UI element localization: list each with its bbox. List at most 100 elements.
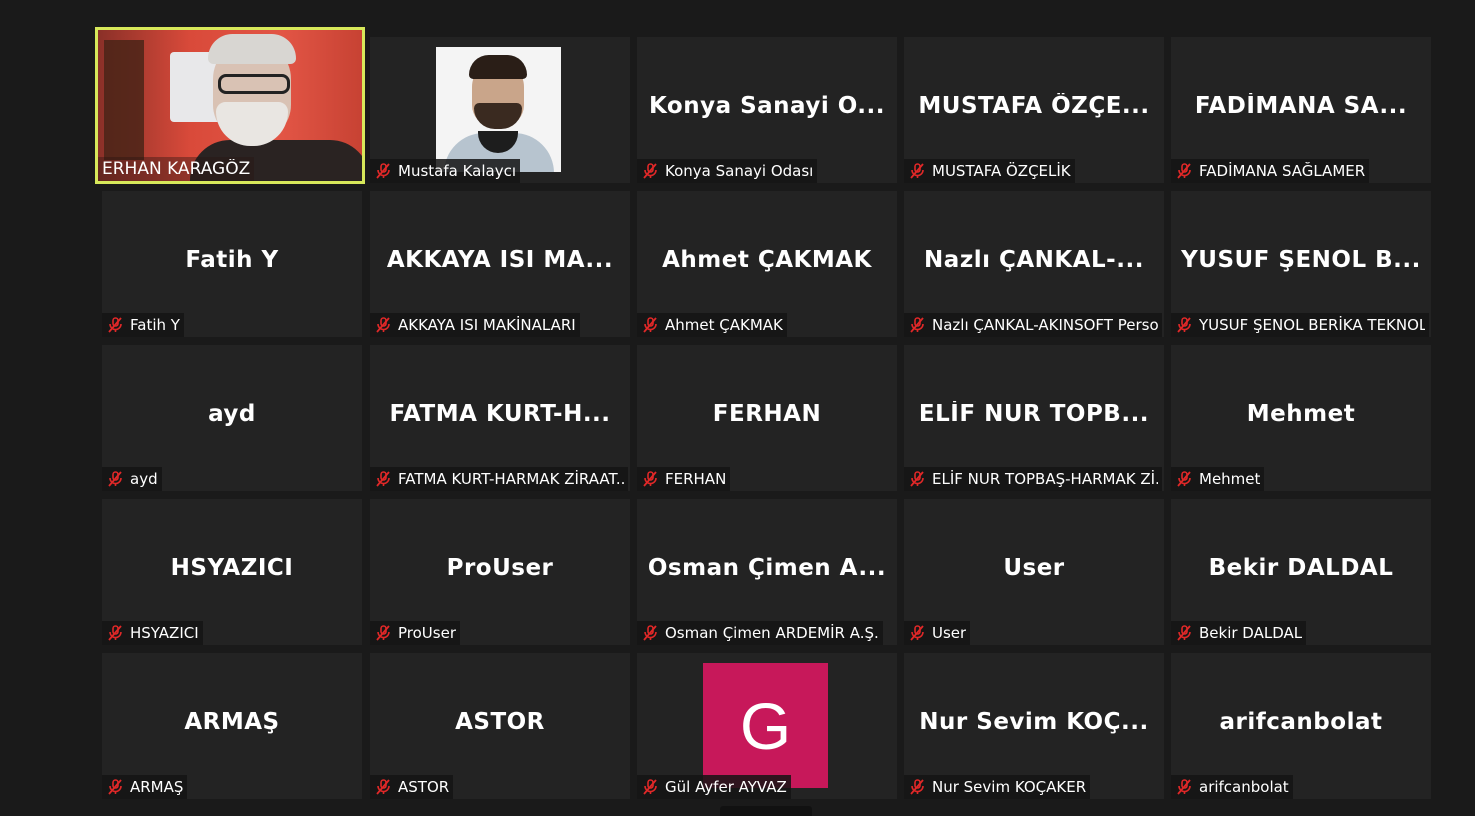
participant-name: Bekir DALDAL — [1199, 624, 1303, 642]
participant-display-name: FATMA KURT-H... — [389, 401, 611, 427]
participant-name: HSYAZICI — [130, 624, 199, 642]
participant-display-name: Osman Çimen A... — [647, 555, 887, 581]
participant-name: Ahmet ÇAKMAK — [665, 316, 783, 334]
mic-muted-icon — [376, 625, 390, 641]
participant-display-name: FERHAN — [712, 401, 822, 427]
participant-name: ProUser — [398, 624, 456, 642]
participant-display-name: MUSTAFA ÖZÇE... — [918, 93, 1150, 119]
participant-display-name: ARMAŞ — [184, 709, 280, 735]
participant-name-bar: Nazlı ÇANKAL-AKINSOFT Perso... — [904, 313, 1162, 337]
participant-name-bar: HSYAZICI — [102, 621, 203, 645]
participant-tile[interactable]: ELİF NUR TOPB... ELİF NUR TOPBAŞ-HARMAK … — [904, 345, 1164, 491]
mic-muted-icon — [643, 317, 657, 333]
mic-muted-icon — [1177, 163, 1191, 179]
participant-name-bar: Bekir DALDAL — [1171, 621, 1307, 645]
participant-tile[interactable]: ASTOR ASTOR — [370, 653, 630, 799]
participant-tile[interactable]: ayd ayd — [102, 345, 362, 491]
participant-tile[interactable]: FATMA KURT-H... FATMA KURT-HARMAK ZİRAAT… — [370, 345, 630, 491]
participant-name-bar: ProUser — [370, 621, 460, 645]
participant-display-name: FADİMANA SA... — [1194, 93, 1408, 119]
participant-name-bar: YUSUF ŞENOL BERİKA TEKNOL... — [1171, 313, 1429, 337]
participant-display-name: ELİF NUR TOPB... — [918, 401, 1150, 427]
participant-name: FADİMANA SAĞLAMER — [1199, 162, 1366, 180]
participant-display-name: arifcanbolat — [1219, 709, 1383, 735]
participant-name: Nur Sevim KOÇAKER — [932, 778, 1087, 796]
mic-muted-icon — [643, 625, 657, 641]
participant-name-bar: arifcanbolat — [1171, 775, 1293, 799]
participant-tile[interactable]: Bekir DALDAL Bekir DALDAL — [1171, 499, 1431, 645]
participant-tile[interactable]: AKKAYA ISI MA... AKKAYA ISI MAKİNALARI — [370, 191, 630, 337]
mic-muted-icon — [643, 779, 657, 795]
participant-name: Fatih Y — [130, 316, 180, 334]
participant-tile[interactable]: User User — [904, 499, 1164, 645]
mic-muted-icon — [1177, 317, 1191, 333]
participant-name-bar: Konya Sanayi Odası — [637, 159, 818, 183]
participant-name-bar: ARMAŞ — [102, 775, 188, 799]
participant-name: ERHAN KARAGÖZ — [102, 159, 251, 179]
participant-tile[interactable]: Ahmet ÇAKMAK Ahmet ÇAKMAK — [637, 191, 897, 337]
participant-name: Nazlı ÇANKAL-AKINSOFT Perso... — [932, 316, 1158, 334]
participant-name: Mehmet — [1199, 470, 1261, 488]
participant-tile[interactable]: FADİMANA SA... FADİMANA SAĞLAMER — [1171, 37, 1431, 183]
participant-name: ayd — [130, 470, 158, 488]
participant-display-name: Nazlı ÇANKAL-... — [924, 247, 1144, 273]
participant-display-name: Fatih Y — [185, 247, 279, 273]
mic-muted-icon — [910, 625, 924, 641]
mic-muted-icon — [910, 471, 924, 487]
participant-tile[interactable]: YUSUF ŞENOL B... YUSUF ŞENOL BERİKA TEKN… — [1171, 191, 1431, 337]
toolbar-handle[interactable] — [720, 806, 812, 816]
participant-name: Konya Sanayi Odası — [665, 162, 814, 180]
mic-muted-icon — [1177, 625, 1191, 641]
participant-name: ASTOR — [398, 778, 450, 796]
mic-muted-icon — [910, 163, 924, 179]
participant-tile[interactable]: ARMAŞ ARMAŞ — [102, 653, 362, 799]
participant-display-name: Nur Sevim KOÇ... — [919, 709, 1149, 735]
participant-tile[interactable]: ProUser ProUser — [370, 499, 630, 645]
participant-tile[interactable]: Fatih Y Fatih Y — [102, 191, 362, 337]
participant-display-name: ayd — [208, 401, 256, 427]
participant-name-bar: User — [904, 621, 971, 645]
participant-tile[interactable]: Nur Sevim KOÇ... Nur Sevim KOÇAKER — [904, 653, 1164, 799]
mic-muted-icon — [376, 779, 390, 795]
participant-tile[interactable]: Mehmet Mehmet — [1171, 345, 1431, 491]
participant-display-name: Ahmet ÇAKMAK — [662, 247, 872, 273]
participant-tile-active-speaker[interactable]: ERHAN KARAGÖZ — [95, 27, 365, 184]
participant-name-bar: ELİF NUR TOPBAŞ-HARMAK Zİ... — [904, 467, 1162, 491]
mic-muted-icon — [376, 317, 390, 333]
participant-tile[interactable]: HSYAZICI HSYAZICI — [102, 499, 362, 645]
participant-name-bar: ERHAN KARAGÖZ — [98, 157, 255, 181]
participant-name-bar: FADİMANA SAĞLAMER — [1171, 159, 1370, 183]
participant-tile[interactable]: FERHAN FERHAN — [637, 345, 897, 491]
participant-tile[interactable]: Mustafa Kalaycı — [370, 37, 630, 183]
mic-muted-icon — [108, 625, 122, 641]
participant-name-bar: ASTOR — [370, 775, 454, 799]
mic-muted-icon — [910, 317, 924, 333]
participant-name: Mustafa Kalaycı — [398, 162, 516, 180]
participant-tile[interactable]: arifcanbolat arifcanbolat — [1171, 653, 1431, 799]
participant-tile[interactable]: MUSTAFA ÖZÇE... MUSTAFA ÖZÇELİK — [904, 37, 1164, 183]
participant-name-bar: Osman Çimen ARDEMİR A.Ş. — [637, 621, 883, 645]
participant-display-name: AKKAYA ISI MA... — [386, 247, 614, 273]
participant-name: ELİF NUR TOPBAŞ-HARMAK Zİ... — [932, 470, 1158, 488]
mic-muted-icon — [643, 471, 657, 487]
participant-name: Osman Çimen ARDEMİR A.Ş. — [665, 624, 879, 642]
participant-name: Gül Ayfer AYVAZ — [665, 778, 787, 796]
participant-tile[interactable]: Osman Çimen A... Osman Çimen ARDEMİR A.Ş… — [637, 499, 897, 645]
participant-tile[interactable]: Konya Sanayi O... Konya Sanayi Odası — [637, 37, 897, 183]
mic-muted-icon — [376, 163, 390, 179]
participant-name: MUSTAFA ÖZÇELİK — [932, 162, 1071, 180]
participant-name-bar: Gül Ayfer AYVAZ — [637, 775, 791, 799]
participant-display-name: User — [1003, 555, 1065, 581]
participant-name: FATMA KURT-HARMAK ZİRAAT... — [398, 470, 624, 488]
mic-muted-icon — [376, 471, 390, 487]
participant-name-bar: ayd — [102, 467, 162, 491]
participant-name: AKKAYA ISI MAKİNALARI — [398, 316, 576, 334]
participant-display-name: Konya Sanayi O... — [648, 93, 886, 119]
participant-tile[interactable]: G Gül Ayfer AYVAZ — [637, 653, 897, 799]
participant-name: YUSUF ŞENOL BERİKA TEKNOL... — [1199, 316, 1425, 334]
participant-tile[interactable]: Nazlı ÇANKAL-... Nazlı ÇANKAL-AKINSOFT P… — [904, 191, 1164, 337]
participant-display-name: ASTOR — [455, 709, 545, 735]
participant-name-bar: FATMA KURT-HARMAK ZİRAAT... — [370, 467, 628, 491]
participant-name: ARMAŞ — [130, 778, 184, 796]
profile-photo — [436, 47, 561, 172]
